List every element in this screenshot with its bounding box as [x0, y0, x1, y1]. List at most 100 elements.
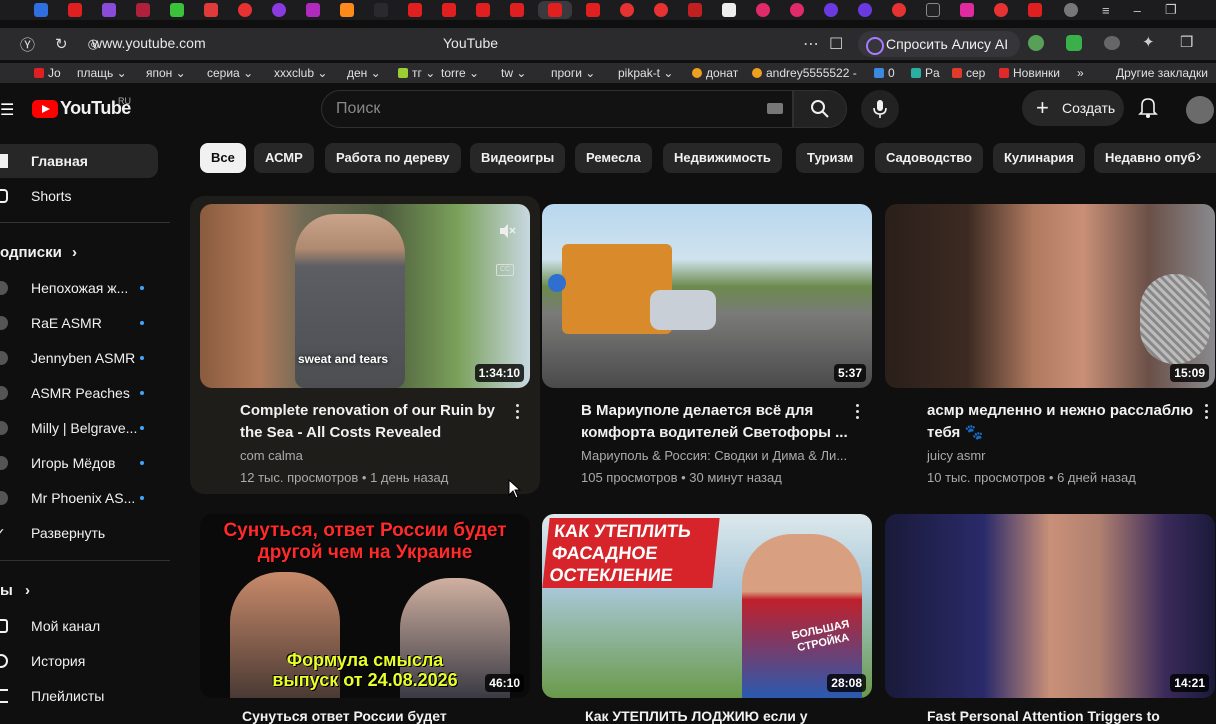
k-tab-icon[interactable] [170, 3, 184, 17]
youtube-logo[interactable]: YouTube RU [32, 96, 131, 119]
yandex-tab-icon[interactable] [654, 3, 668, 17]
reload-icon[interactable]: ↻ [55, 35, 68, 53]
youtube-tab-icon[interactable] [1028, 3, 1042, 17]
other-bookmarks[interactable]: Другие закладки [1116, 66, 1208, 80]
sidebar-item-my-channel[interactable]: Мой канал [0, 609, 158, 643]
ask-alice-button[interactable]: Спросить Алису AI [858, 31, 1021, 57]
tab-icon[interactable] [960, 3, 974, 17]
create-button[interactable]: + Создать [1022, 90, 1124, 126]
video-thumbnail[interactable]: 5:37 [542, 204, 872, 388]
video-thumbnail[interactable]: 15:09 [885, 204, 1215, 388]
youtube-tab-icon[interactable] [510, 3, 524, 17]
bookmark-folder[interactable]: тг ⌄ [398, 66, 435, 80]
video-thumbnail[interactable]: Сунуться, ответ России будет другой чем … [200, 514, 530, 698]
yandex-tab-icon[interactable] [892, 3, 906, 17]
sidebar-subscription[interactable]: Jennyben ASMR [0, 341, 158, 375]
mail-tab-icon[interactable] [34, 3, 48, 17]
tab-icon[interactable] [136, 3, 150, 17]
sidebar-subscription[interactable]: Игорь Мёдов [0, 446, 158, 480]
tab-icon[interactable] [926, 3, 940, 17]
bookmark-folder[interactable]: проги ⌄ [551, 66, 595, 80]
more-actions-icon[interactable] [1205, 404, 1209, 420]
chip-all[interactable]: Все [200, 143, 246, 173]
tab-icon[interactable] [824, 3, 838, 17]
video-thumbnail[interactable]: КАК УТЕПЛИТЬ ФАСАДНОЕ ОСТЕКЛЕНИЕ БОЛЬШАЯ… [542, 514, 872, 698]
bookmark-folder[interactable]: tw ⌄ [501, 66, 526, 80]
chip[interactable]: Кулинария [993, 143, 1085, 173]
subscriptions-heading[interactable]: одписки › [0, 244, 77, 261]
menu-icon[interactable]: ≡ [1102, 3, 1110, 18]
chip[interactable]: Видеоигры [470, 143, 566, 173]
voice-search-button[interactable] [861, 90, 899, 128]
captions-icon[interactable]: CC [496, 264, 514, 276]
tab-icon[interactable] [790, 3, 804, 17]
bookmark-folder[interactable]: плащь ⌄ [77, 66, 127, 80]
active-tab[interactable] [538, 1, 572, 19]
avatar[interactable] [1186, 96, 1214, 124]
bookmark-folder[interactable]: pikpak-t ⌄ [618, 66, 673, 80]
tab-icon[interactable] [688, 3, 702, 17]
bookmark-item[interactable]: сер [952, 66, 985, 80]
tab-icon[interactable] [858, 3, 872, 17]
yandex-tab-icon[interactable] [238, 3, 252, 17]
bookmark-item[interactable]: Jo [34, 66, 61, 80]
chip[interactable]: Работа по дереву [325, 143, 461, 173]
video-thumbnail[interactable]: CC sweat and tears 1:34:10 [200, 204, 530, 388]
chip[interactable]: АСМР [254, 143, 314, 173]
puzzle-icon[interactable]: ✦ [1142, 33, 1155, 51]
mute-icon[interactable] [498, 222, 516, 240]
chevron-right-icon[interactable]: › [1196, 148, 1216, 168]
yandex-tab-icon[interactable] [620, 3, 634, 17]
search-input[interactable]: Поиск [321, 90, 793, 128]
chip[interactable]: Недвижимость [663, 143, 782, 173]
sidebar-item-shorts[interactable]: Shorts [0, 179, 158, 213]
tab-icon[interactable] [204, 3, 218, 17]
more-actions-icon[interactable] [516, 404, 520, 420]
sidebar-item-history[interactable]: История [0, 644, 158, 678]
channel-name[interactable]: juicy asmr [927, 448, 986, 463]
url-field[interactable]: www.youtube.com [92, 35, 206, 51]
wb-tab-icon[interactable] [306, 3, 320, 17]
more-actions-icon[interactable] [856, 404, 860, 420]
yandex-icon[interactable]: Ⓨ [20, 34, 35, 55]
bookmark-item[interactable]: Новинки [999, 66, 1060, 80]
tab-icon[interactable] [272, 3, 286, 17]
youtube-tab-icon[interactable] [476, 3, 490, 17]
menu-icon[interactable]: ☰ [0, 100, 14, 120]
youtube-tab-icon[interactable] [408, 3, 422, 17]
bookmark-item[interactable]: донат [692, 66, 738, 80]
chip[interactable]: Ремесла [575, 143, 652, 173]
video-title[interactable]: Complete renovation of our Ruin by the S… [240, 400, 510, 444]
sidebar-item-playlists[interactable]: Плейлисты [0, 679, 158, 713]
sidebar-subscription[interactable]: Mr Phoenix AS... [0, 481, 158, 515]
extension-icon[interactable] [1028, 35, 1044, 51]
minimize-icon[interactable]: – [1134, 3, 1141, 18]
video-title[interactable]: В Мариуполе делается всё для комфорта во… [581, 400, 849, 444]
bookmark-item[interactable]: Pa [911, 66, 940, 80]
more-icon[interactable]: ⋯ [803, 34, 819, 54]
bookmark-folder[interactable]: япон ⌄ [146, 66, 186, 80]
search-button[interactable] [793, 90, 847, 128]
you-heading[interactable]: ы › [0, 582, 30, 599]
tab-icon[interactable] [756, 3, 770, 17]
fire-tab-icon[interactable] [340, 3, 354, 17]
profile-icon[interactable] [1064, 3, 1078, 17]
bookmark-folder[interactable]: ден ⌄ [347, 66, 381, 80]
channel-name[interactable]: com calma [240, 448, 303, 463]
video-thumbnail[interactable]: 14:21 [885, 514, 1215, 698]
keyboard-icon[interactable] [767, 103, 783, 114]
twitch-tab-icon[interactable] [102, 3, 116, 17]
video-title[interactable]: Как УТЕПЛИТЬ ЛОДЖИЮ если у [585, 708, 808, 724]
video-title[interactable]: Сунуться ответ России будет [242, 708, 447, 724]
video-title[interactable]: Fast Personal Attention Triggers to [927, 708, 1160, 724]
sidebar-subscription[interactable]: Непохожая ж... [0, 271, 158, 305]
youtube-tab-icon[interactable] [442, 3, 456, 17]
notifications-bell-icon[interactable] [1138, 96, 1158, 118]
collections-icon[interactable]: ❒ [1180, 33, 1193, 51]
bookmark-folder[interactable]: xxxclub ⌄ [274, 66, 327, 80]
bookmark-icon[interactable]: ☐ [829, 34, 843, 54]
sidebar-subscription[interactable]: Milly | Belgrave... [0, 411, 158, 445]
sidebar-item-home[interactable]: Главная [0, 144, 158, 178]
bookmark-item[interactable]: andrey5555522 - [752, 66, 857, 80]
chip[interactable]: Садоводство [875, 143, 983, 173]
